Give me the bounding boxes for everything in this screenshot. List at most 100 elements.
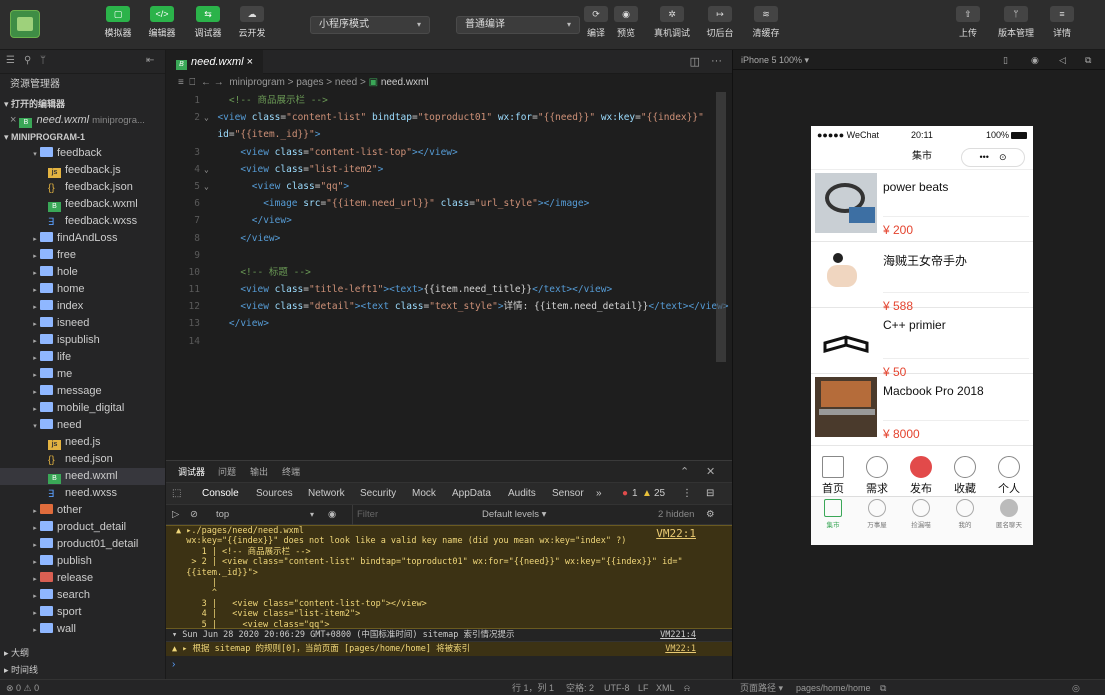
details-button[interactable]: ≡ 详情 [1040, 6, 1084, 39]
more-icon[interactable]: ••• [979, 152, 988, 162]
list-icon[interactable]: ≡ [178, 77, 184, 88]
tab-debugger[interactable]: 调试器 [178, 461, 206, 484]
error-count[interactable]: 1 [632, 483, 638, 505]
mode-select[interactable]: 小程序模式 ▾ [310, 16, 430, 34]
capsule-menu[interactable]: ••• ⊙ [961, 148, 1025, 167]
preview-button[interactable]: ◉ 预览 [604, 6, 648, 39]
tab-home[interactable]: 首页 [811, 452, 855, 496]
tab-problems[interactable]: 问题 [218, 461, 236, 483]
warning-message[interactable]: ▲ ▸ 根据 sitemap 的规则[0]，当前页面 [pages/home/h… [166, 642, 732, 656]
sidebar-item-mobile-digital[interactable]: ▸ mobile_digital [0, 400, 165, 417]
list-item[interactable]: Macbook Pro 2018 ¥ 8000 [811, 374, 1033, 446]
eol[interactable]: LF [638, 680, 649, 695]
sidebar-item-sport[interactable]: ▸ sport [0, 604, 165, 621]
sidebar-item-message[interactable]: ▸ message [0, 383, 165, 400]
sidebar-item-feedback[interactable]: ▾ feedback [0, 145, 165, 162]
list-item[interactable]: C++ primier ¥ 50 [811, 308, 1033, 379]
split-editor-icon[interactable]: ◫ [690, 55, 700, 68]
compile-select[interactable]: 普通编译 ▾ [456, 16, 580, 34]
tab-bargain[interactable]: 捡漏喵 [899, 499, 943, 529]
eye-icon[interactable]: ◉ [328, 505, 336, 525]
fold-icon[interactable]: ⌄ [204, 178, 209, 195]
bookmark-icon[interactable]: ⎕ [189, 77, 195, 88]
volume-icon[interactable]: ◁ [1059, 50, 1066, 70]
remote-debug-button[interactable]: ✲ 真机调试 [650, 6, 694, 39]
clear-icon[interactable]: ⊘ [190, 505, 198, 525]
list-item[interactable]: 海贼王女帝手办 ¥ 588 [811, 242, 1033, 313]
language-mode[interactable]: XML [656, 680, 675, 695]
kebab-icon[interactable]: ⋮ [682, 483, 692, 505]
tab-need[interactable]: 需求 [855, 452, 899, 496]
tab-mine[interactable]: 我的 [943, 499, 987, 529]
simulator-button[interactable]: ▢ 模拟器 [96, 6, 140, 39]
sidebar-item-me[interactable]: ▸ me [0, 366, 165, 383]
sidebar-item-other[interactable]: ▸ other [0, 502, 165, 519]
phone-icon[interactable]: ▯ [1003, 50, 1008, 70]
git-icon[interactable]: ᛘ [40, 55, 46, 66]
levels-select[interactable]: Default levels ▾ [482, 505, 546, 525]
inspect-icon[interactable]: ⬚ [172, 483, 181, 505]
sidebar-item-feedback-json[interactable]: {} feedback.json [0, 179, 165, 196]
tab-profile[interactable]: 个人 [987, 452, 1031, 496]
warning-count[interactable]: 25 [654, 483, 665, 505]
sidebar-item-ispublish[interactable]: ▸ ispublish [0, 332, 165, 349]
bell-icon[interactable]: ⍾ [684, 680, 690, 695]
close-icon[interactable]: ✕ [706, 461, 715, 483]
indent-setting[interactable]: 空格: 2 [566, 680, 594, 695]
sidebar-item-need-json[interactable]: {} need.json [0, 451, 165, 468]
source-link[interactable]: VM221:4 [660, 629, 696, 642]
tab-network[interactable]: Network [308, 483, 345, 505]
dock-icon[interactable]: ⊟ [706, 483, 714, 505]
list-item[interactable]: power beats ¥ 200 [811, 170, 1033, 242]
tab-terminal[interactable]: 终端 [282, 461, 300, 483]
search-icon[interactable]: ⚲ [24, 55, 31, 66]
tab-security[interactable]: Security [360, 483, 396, 505]
tab-sources[interactable]: Sources [256, 483, 293, 505]
tab-market[interactable]: 集市 [811, 499, 855, 529]
tab-favorite[interactable]: 收藏 [943, 452, 987, 496]
fold-icon[interactable]: ⌄ [204, 161, 209, 178]
open-editors-section[interactable]: ▾ 打开的编辑器 [0, 96, 165, 112]
tab-audits[interactable]: Audits [508, 483, 536, 505]
tab-chat[interactable]: 匿名聊天 [987, 499, 1031, 529]
source-link[interactable]: VM22:1 [656, 527, 696, 540]
sidebar-item-release[interactable]: ▸ release [0, 570, 165, 587]
page-path-select[interactable]: 页面路径 ▾ [740, 680, 783, 695]
sidebar-item-feedback-wxss[interactable]: ∃ feedback.wxss [0, 213, 165, 230]
editor-scrollbar[interactable] [716, 92, 726, 362]
popout-icon[interactable]: ⧉ [1085, 50, 1091, 70]
cloud-button[interactable]: ☁ 云开发 [230, 6, 274, 39]
record-icon[interactable]: ◉ [1031, 50, 1039, 70]
tab-publish[interactable]: 发布 [899, 452, 943, 496]
version-button[interactable]: ᛘ 版本管理 [994, 6, 1038, 39]
sidebar-item-findandloss[interactable]: ▸ findAndLoss [0, 230, 165, 247]
timeline-section[interactable]: ▸ 时间线 [0, 662, 166, 679]
clear-cache-button[interactable]: ≋ 清缓存 [744, 6, 788, 39]
sidebar-item-need-js[interactable]: js need.js [0, 434, 165, 451]
sidebar-item-need-wxss[interactable]: ∃ need.wxss [0, 485, 165, 502]
sidebar-item-need[interactable]: ▾ need [0, 417, 165, 434]
close-target-icon[interactable]: ⊙ [999, 152, 1007, 162]
tab-appdata[interactable]: AppData [452, 483, 491, 505]
gear-icon[interactable]: ⚙ [706, 505, 715, 525]
open-editor-item[interactable]: × Bneed.wxml miniprogra... [0, 112, 165, 129]
sidebar-item-index[interactable]: ▸ index [0, 298, 165, 315]
sidebar-toggle-icon[interactable]: ▷ [172, 505, 179, 525]
more-icon[interactable]: ··· [711, 55, 722, 67]
close-icon[interactable]: × [247, 56, 253, 68]
log-message[interactable]: ▾ Sun Jun 28 2020 20:06:29 GMT+0800 (中国标… [166, 629, 732, 642]
sidebar-item-product-detail[interactable]: ▸ product_detail [0, 519, 165, 536]
sidebar-item-wall[interactable]: ▸ wall [0, 621, 165, 638]
sidebar-item-need-wxml[interactable]: Bneed.wxml [0, 468, 165, 485]
encoding[interactable]: UTF-8 [604, 680, 630, 695]
collapse-icon[interactable]: ⇤ [146, 55, 154, 66]
editor-tab-need-wxml[interactable]: Bneed.wxml × [166, 50, 264, 74]
sidebar-item-free[interactable]: ▸ free [0, 247, 165, 264]
sidebar-item-life[interactable]: ▸ life [0, 349, 165, 366]
sidebar-item-isneed[interactable]: ▸ isneed [0, 315, 165, 332]
code-area[interactable]: 1 <!-- 商品展示栏 --> 2 ⌄ <view class="content… [166, 92, 729, 460]
fold-icon[interactable]: ⌄ [204, 109, 209, 126]
warning-message[interactable]: ▲ ▸./pages/need/need.wxml wx:key="{{inde… [166, 525, 732, 630]
more-tabs[interactable]: » [596, 483, 602, 505]
tab-sensor[interactable]: Sensor [552, 483, 584, 505]
